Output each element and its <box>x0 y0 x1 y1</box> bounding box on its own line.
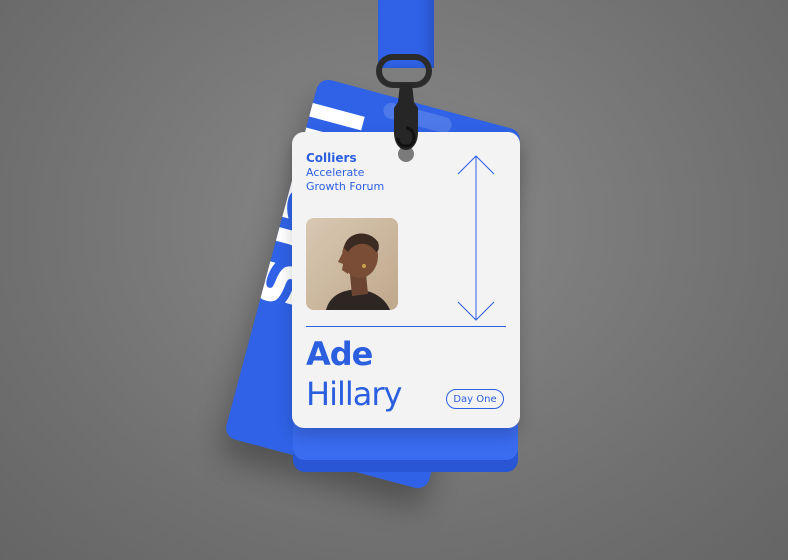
lanyard-clip-icon <box>394 84 418 150</box>
lanyard-ring <box>376 54 432 88</box>
attendee-last-name: Hillary <box>306 375 402 413</box>
event-name-line-2: Growth Forum <box>306 180 385 193</box>
day-tag: Day One <box>446 389 504 409</box>
event-name-line-1: Accelerate <box>306 166 365 179</box>
badge-card: Colliers Accelerate Growth Forum Ade Hil… <box>292 132 520 428</box>
lanyard-text: Co <box>378 0 386 56</box>
attendee-photo <box>306 218 398 310</box>
attendee-first-name: Ade <box>306 335 373 373</box>
double-arrow-vertical-icon <box>457 155 495 321</box>
brand-name: Colliers <box>306 151 357 165</box>
divider <box>306 326 506 327</box>
